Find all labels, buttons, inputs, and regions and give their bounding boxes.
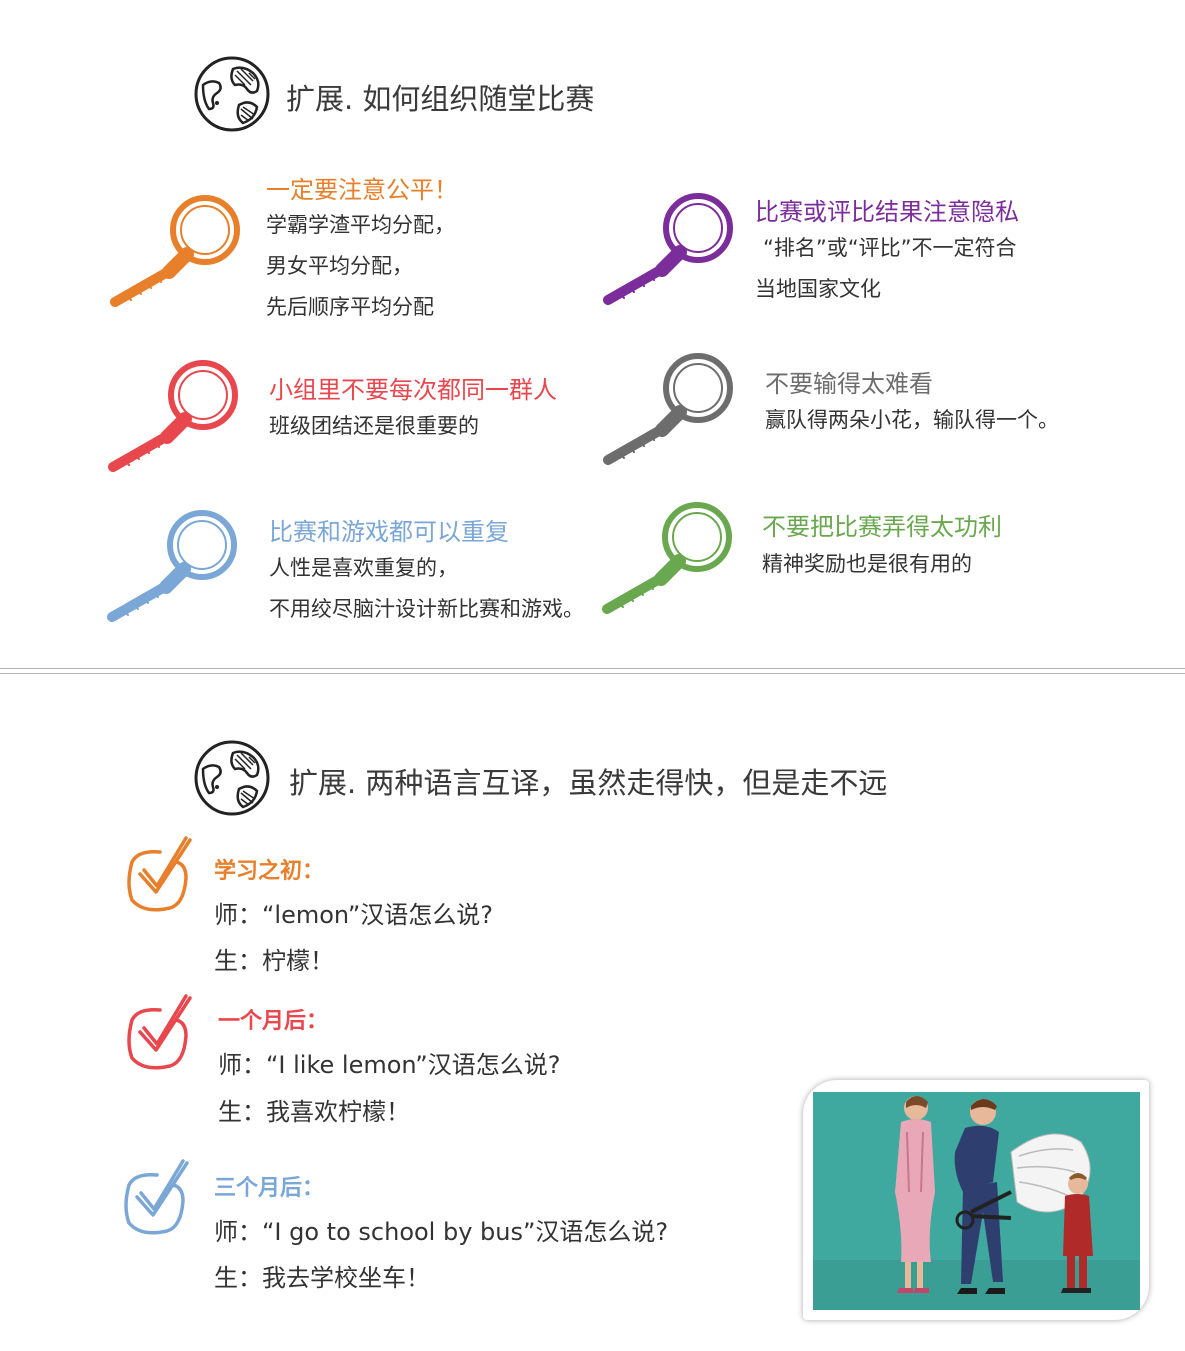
item4-body: 赢队得两朵小花，输队得一个。 <box>765 400 1059 441</box>
magnifying-glass-icon <box>598 188 738 308</box>
item4-heading: 不要输得太难看 <box>765 370 933 398</box>
checkbox-checked-icon <box>124 834 196 914</box>
item2-heading: 比赛或评比结果注意隐私 <box>755 198 1019 226</box>
stage1-student: 生：柠檬！ <box>214 947 334 975</box>
item1-body: 学霸学渣平均分配， 男女平均分配， 先后顺序平均分配 <box>266 205 455 328</box>
globe-icon <box>193 55 271 133</box>
stage2-heading: 一个月后： <box>218 1009 329 1034</box>
magnifying-glass-icon <box>597 497 737 617</box>
item6-body: 精神奖励也是很有用的 <box>762 544 972 585</box>
page-divider <box>0 668 1185 674</box>
item5-line1: 人性是喜欢重复的， <box>269 556 458 580</box>
item3-heading: 小组里不要每次都同一群人 <box>269 376 557 404</box>
item2-line2: 当地国家文化 <box>755 277 881 301</box>
magnifying-glass-icon <box>598 348 738 468</box>
magnifying-glass-icon <box>105 190 245 310</box>
illustration-parents-cutting-wings <box>813 1092 1140 1310</box>
magnifying-glass-icon <box>103 355 243 475</box>
item1-line3: 先后顺序平均分配 <box>266 295 434 319</box>
stage2-teacher: 师：“I like lemon”汉语怎么说? <box>218 1051 561 1079</box>
item5-heading: 比赛和游戏都可以重复 <box>269 518 509 546</box>
item4-line1: 赢队得两朵小花，输队得一个。 <box>765 408 1059 432</box>
item1-heading: 一定要注意公平！ <box>266 176 458 204</box>
globe-icon <box>193 739 271 817</box>
section2-title: 扩展. 两种语言互译，虽然走得快，但是走不远 <box>289 766 888 800</box>
stage3-student: 生：我去学校坐车！ <box>214 1264 430 1292</box>
item6-heading: 不要把比赛弄得太功利 <box>762 513 1002 541</box>
item1-line1: 学霸学渣平均分配， <box>266 213 455 237</box>
item1-line2: 男女平均分配， <box>266 254 413 278</box>
magnifying-glass-icon <box>102 505 242 625</box>
item6-line1: 精神奖励也是很有用的 <box>762 552 972 576</box>
item3-body: 班级团结还是很重要的 <box>269 406 479 447</box>
item2-body: “排名”或“评比”不一定符合 当地国家文化 <box>755 228 1017 310</box>
item3-line1: 班级团结还是很重要的 <box>269 414 479 438</box>
stage1-teacher: 师：“lemon”汉语怎么说? <box>214 901 493 929</box>
stage2-student: 生：我喜欢柠檬！ <box>218 1098 410 1126</box>
section1-title: 扩展. 如何组织随堂比赛 <box>286 82 595 116</box>
stage3-heading: 三个月后： <box>214 1176 325 1201</box>
stage1-heading: 学习之初： <box>214 859 325 884</box>
item5-line2: 不用绞尽脑汁设计新比赛和游戏。 <box>269 597 584 621</box>
item2-line1: “排名”或“评比”不一定符合 <box>763 236 1017 260</box>
item5-body: 人性是喜欢重复的， 不用绞尽脑汁设计新比赛和游戏。 <box>269 548 584 630</box>
checkbox-checked-icon <box>121 1157 193 1237</box>
stage3-teacher: 师：“I go to school by bus”汉语怎么说? <box>214 1218 669 1246</box>
checkbox-checked-icon <box>124 992 196 1072</box>
